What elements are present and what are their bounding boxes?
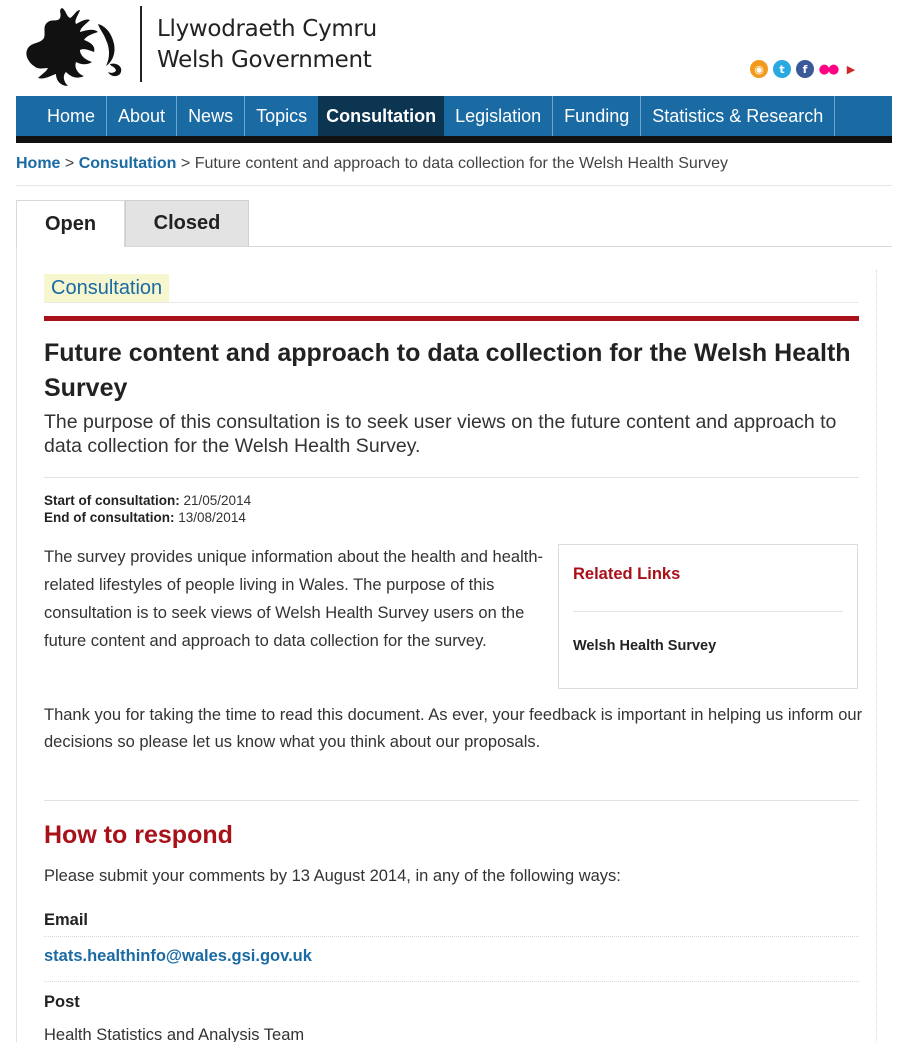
respond-instructions: Please submit your comments by 13 August… [44, 867, 621, 885]
email-label: Email [44, 911, 89, 929]
breadcrumb-current: Future content and approach to data coll… [194, 155, 729, 172]
related-link-welsh-health-survey[interactable]: Welsh Health Survey [573, 638, 716, 654]
related-links-box: Related Links Welsh Health Survey [558, 544, 858, 689]
body-paragraph-1: The survey provides unique information a… [44, 548, 543, 650]
email-link[interactable]: stats.healthinfo@wales.gsi.gov.uk [44, 947, 312, 966]
lead-divider [44, 477, 859, 478]
post-label: Post [44, 993, 80, 1011]
title-rule [44, 316, 859, 321]
end-date-label: End of consultation: [44, 510, 175, 525]
start-date-label: Start of consultation: [44, 493, 180, 508]
lead-summary: The purpose of this consultation is to s… [44, 411, 837, 457]
related-links-title: Related Links [573, 565, 681, 583]
red-dragon-logo-icon[interactable] [14, 4, 126, 88]
post-divider [44, 981, 859, 982]
page-title: Future content and approach to data coll… [44, 339, 851, 402]
site-logo-text[interactable]: Llywodraeth Cymru Welsh Government [157, 14, 377, 76]
youtube-icon[interactable]: ▶ [842, 60, 860, 78]
flickr-icon[interactable]: ●● [819, 60, 840, 78]
logo-divider [140, 6, 142, 82]
post-address-line: Health Statistics and Analysis Team [44, 1026, 305, 1042]
end-date-row: End of consultation: 13/08/2014 [44, 509, 251, 526]
start-date-row: Start of consultation: 21/05/2014 [44, 492, 251, 509]
content-border-left [16, 247, 17, 1042]
rss-icon[interactable]: ◉ [750, 60, 768, 78]
nav-bottom-bar [16, 136, 892, 143]
main-nav: Home About News Topics Consultation Legi… [16, 96, 892, 136]
breadcrumb: Home > Consultation > Future content and… [16, 155, 728, 173]
how-to-respond-heading: How to respond [44, 821, 233, 849]
breadcrumb-home-link[interactable]: Home [16, 155, 60, 172]
end-date-value: 13/08/2014 [178, 510, 246, 525]
tabs-divider [125, 246, 892, 247]
breadcrumb-divider [16, 185, 892, 186]
nav-item-topics[interactable]: Topics [245, 96, 320, 136]
body-divider [44, 800, 859, 801]
nav-item-legislation[interactable]: Legislation [444, 96, 554, 136]
email-divider [44, 936, 859, 937]
nav-item-funding[interactable]: Funding [553, 96, 642, 136]
site-header: Llywodraeth Cymru Welsh Government ◉ t f… [0, 0, 901, 96]
social-links: ◉ t f ●● ▶ [750, 60, 860, 78]
tab-closed[interactable]: Closed [125, 200, 249, 247]
facebook-icon[interactable]: f [796, 60, 814, 78]
section-badge: Consultation [44, 274, 170, 302]
logo-line-english: Welsh Government [157, 47, 372, 73]
breadcrumb-separator: > [60, 155, 79, 172]
start-date-value: 21/05/2014 [183, 493, 252, 508]
consultation-tabs: Open Closed [16, 200, 249, 247]
body-paragraph-2: Thank you for taking the time to read th… [44, 706, 863, 751]
nav-item-about[interactable]: About [107, 96, 178, 136]
badge-divider [44, 302, 859, 303]
nav-item-news[interactable]: News [177, 96, 246, 136]
related-links-divider [573, 611, 843, 612]
consultation-dates: Start of consultation: 21/05/2014 End of… [44, 492, 251, 526]
breadcrumb-consultation-link[interactable]: Consultation [79, 155, 177, 172]
tab-open[interactable]: Open [16, 200, 125, 247]
twitter-icon[interactable]: t [773, 60, 791, 78]
nav-item-statistics-research[interactable]: Statistics & Research [641, 96, 836, 136]
content-border-right [876, 270, 877, 1042]
breadcrumb-separator: > [176, 155, 195, 172]
logo-line-welsh: Llywodraeth Cymru [157, 16, 377, 42]
nav-item-home[interactable]: Home [36, 96, 108, 136]
nav-item-consultation[interactable]: Consultation [318, 96, 445, 136]
